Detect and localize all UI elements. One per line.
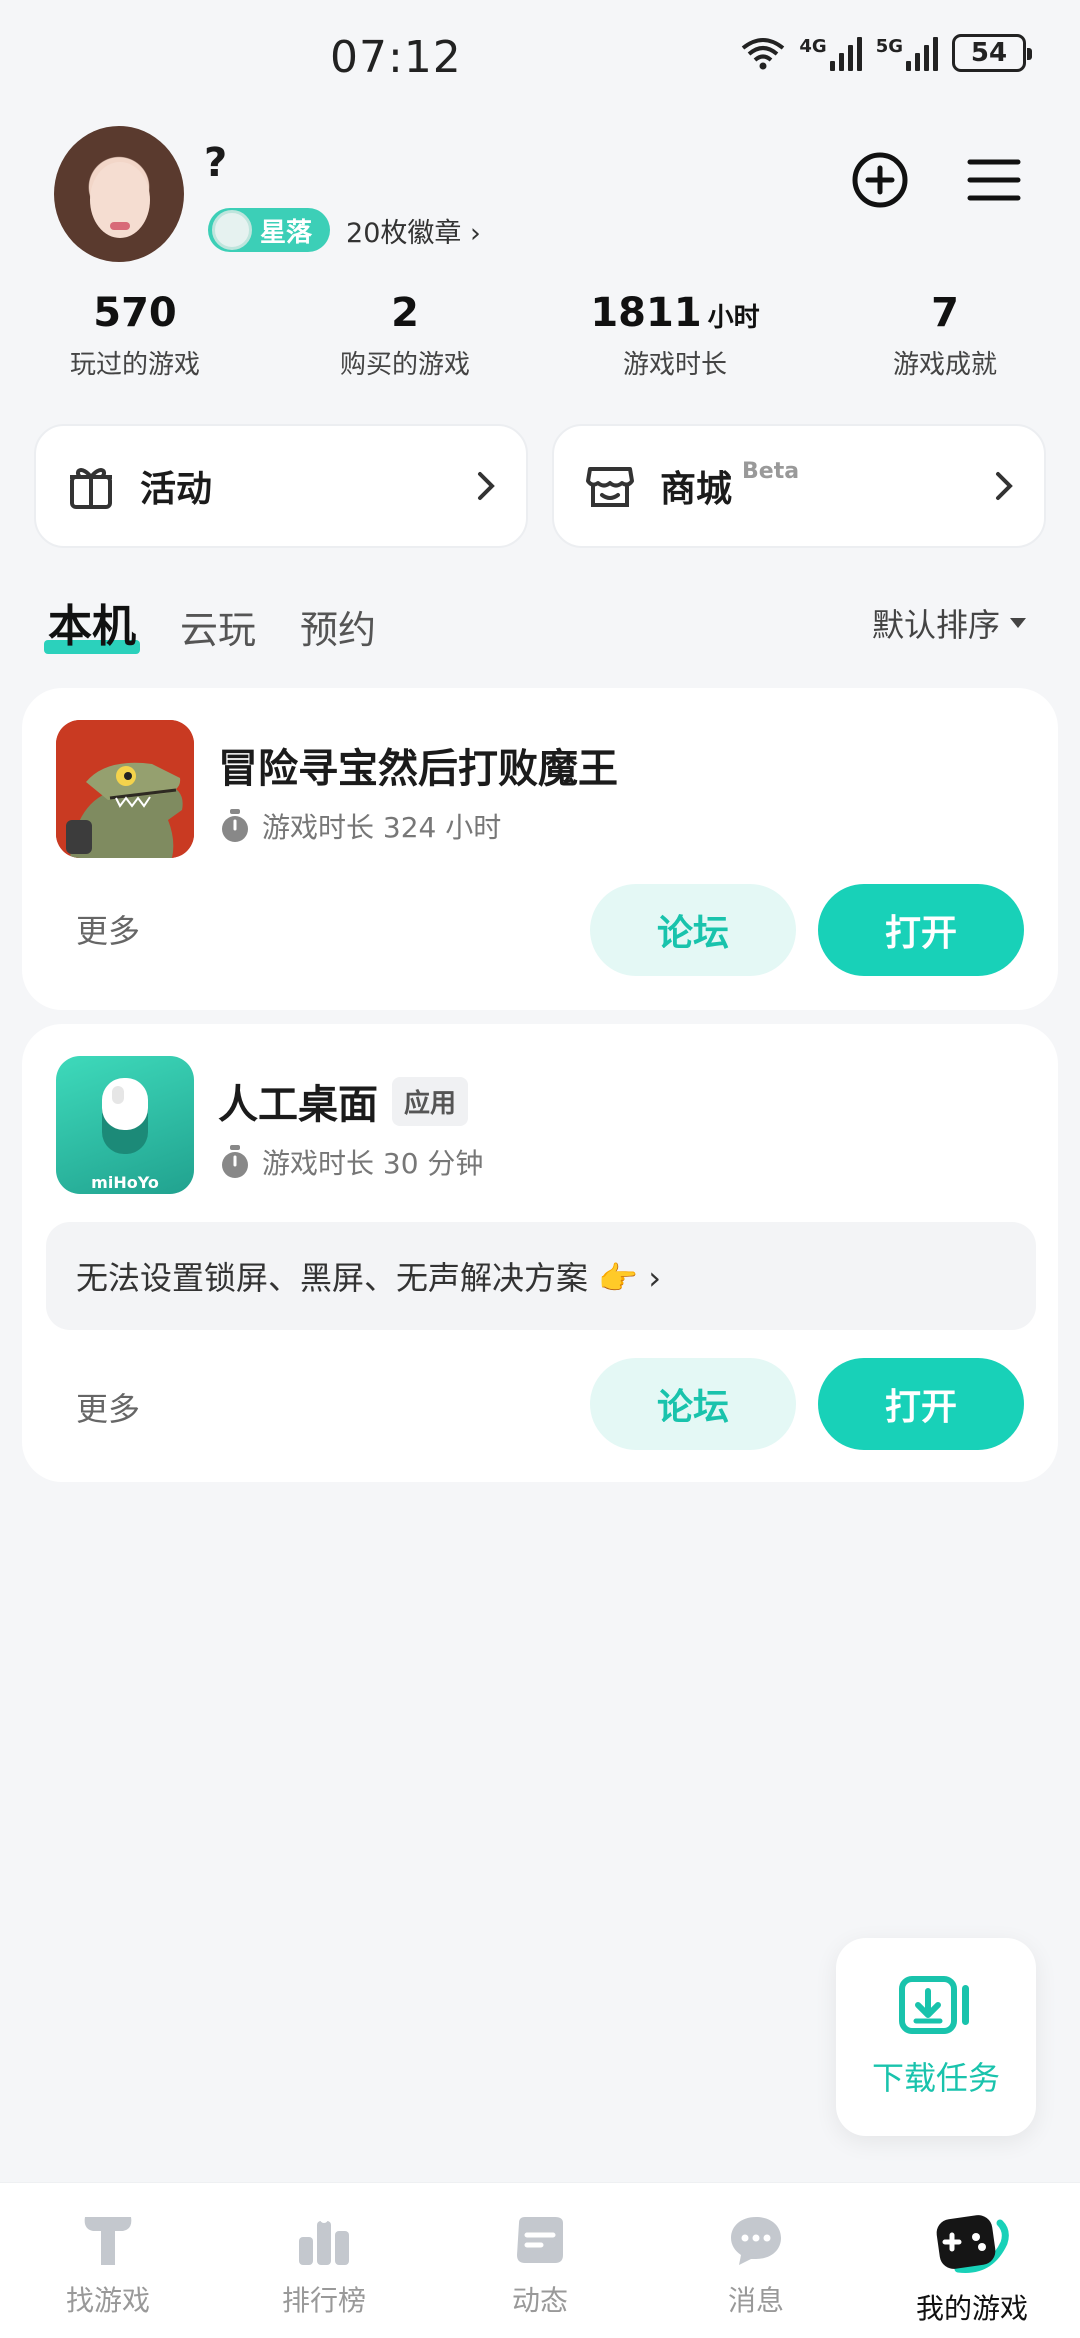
open-button[interactable]: 打开: [818, 1358, 1024, 1450]
badge-pill[interactable]: 星落: [208, 208, 331, 252]
tab-cloud[interactable]: 云玩: [180, 599, 256, 654]
signal-4g-icon: 4G: [799, 36, 862, 71]
activity-label: 活动: [140, 469, 213, 510]
gamepad-icon: [936, 2215, 1009, 2273]
store-label: 商城: [660, 469, 733, 510]
chevron-right-icon: [996, 472, 1013, 500]
status-icons: 4G 5G 54: [741, 34, 1032, 72]
battery-icon: 54: [952, 34, 1032, 72]
menu-icon: [967, 159, 1021, 201]
stat-playtime[interactable]: 1811 小时 游戏时长: [540, 290, 810, 381]
game-icon-crocodile[interactable]: [56, 720, 194, 858]
tab-reserve[interactable]: 预约: [300, 599, 376, 654]
icon-brand-text: miHoYo: [91, 1173, 159, 1192]
game-icon-desktop[interactable]: miHoYo: [56, 1056, 194, 1194]
forum-button[interactable]: 论坛: [590, 1358, 796, 1450]
sort-label: 默认排序: [871, 606, 1000, 644]
menu-button[interactable]: [962, 148, 1026, 212]
chevron-right-icon: [478, 472, 495, 500]
caret-down-icon: [1010, 618, 1026, 628]
beta-tag: Beta: [742, 458, 800, 484]
store-card[interactable]: 商城 Beta: [552, 424, 1046, 548]
game-card: 冒险寻宝然后打败魔王 游戏时长 324 小时 更多 论坛 打开: [22, 688, 1058, 1010]
chat-bubble-icon: [731, 2217, 781, 2265]
badge-count-link[interactable]: 20枚徽章 ›: [346, 211, 481, 250]
avatar[interactable]: [54, 126, 184, 262]
stats-row: 570 玩过的游戏 2 购买的游戏 1811 小时 游戏时长 7 游戏成就: [0, 290, 1080, 381]
stopwatch-icon: [222, 809, 248, 842]
add-button[interactable]: [848, 148, 912, 212]
nav-feed[interactable]: 动态: [432, 2183, 648, 2338]
tip-banner[interactable]: 无法设置锁屏、黑屏、无声解决方案 👉 ›: [46, 1222, 1036, 1330]
game-playtime: 游戏时长 30 分钟: [220, 1142, 483, 1182]
stat-purchased[interactable]: 2 购买的游戏: [270, 290, 540, 381]
store-icon: [586, 467, 634, 507]
stat-achievements[interactable]: 7 游戏成就: [810, 290, 1080, 381]
bottom-nav: 找游戏 排行榜 动态 消息 我的游戏: [0, 2182, 1080, 2338]
nav-find-games[interactable]: 找游戏: [0, 2183, 216, 2338]
app-tag: 应用: [392, 1076, 469, 1126]
sort-dropdown[interactable]: 默认排序: [872, 600, 1026, 646]
tab-bar: 本机 云玩 预约: [44, 590, 376, 654]
user-name[interactable]: ?: [204, 140, 227, 186]
activity-card[interactable]: 活动: [34, 424, 528, 548]
forum-button[interactable]: 论坛: [590, 884, 796, 976]
podium-icon: [299, 2215, 349, 2265]
hammer-icon: [84, 2217, 132, 2265]
nav-my-games[interactable]: 我的游戏: [864, 2183, 1080, 2338]
badge-label: 星落: [260, 217, 313, 248]
game-title[interactable]: 人工桌面: [218, 1072, 378, 1130]
open-button[interactable]: 打开: [818, 884, 1024, 976]
game-playtime: 游戏时长 324 小时: [220, 806, 501, 846]
nav-rankings[interactable]: 排行榜: [216, 2183, 432, 2338]
signal-5g-icon: 5G: [876, 36, 938, 71]
download-label: 下载任务: [871, 2059, 1000, 2097]
download-tasks-button[interactable]: 下载任务: [836, 1938, 1036, 2136]
stat-played[interactable]: 570 玩过的游戏: [0, 290, 270, 381]
more-link[interactable]: 更多: [76, 906, 140, 952]
gift-icon: [70, 468, 112, 509]
download-icon: [899, 1976, 969, 2034]
feed-icon: [517, 2217, 563, 2263]
tab-local[interactable]: 本机: [44, 590, 140, 654]
plus-circle-icon: [852, 152, 908, 208]
stopwatch-icon: [222, 1145, 248, 1178]
game-title[interactable]: 冒险寻宝然后打败魔王: [218, 736, 618, 794]
nav-messages[interactable]: 消息: [648, 2183, 864, 2338]
wifi-icon: [742, 38, 785, 70]
badge-avatar-icon: [212, 210, 252, 250]
tip-text: 无法设置锁屏、黑屏、无声解决方案 👉 ›: [76, 1259, 661, 1297]
more-link[interactable]: 更多: [76, 1384, 140, 1430]
status-time: 07:12: [330, 32, 462, 83]
game-card: miHoYo 人工桌面 应用 游戏时长 30 分钟 无法设置锁屏、黑屏、无声解决…: [22, 1024, 1058, 1482]
badge-row[interactable]: 星落 20枚徽章 ›: [208, 208, 481, 252]
